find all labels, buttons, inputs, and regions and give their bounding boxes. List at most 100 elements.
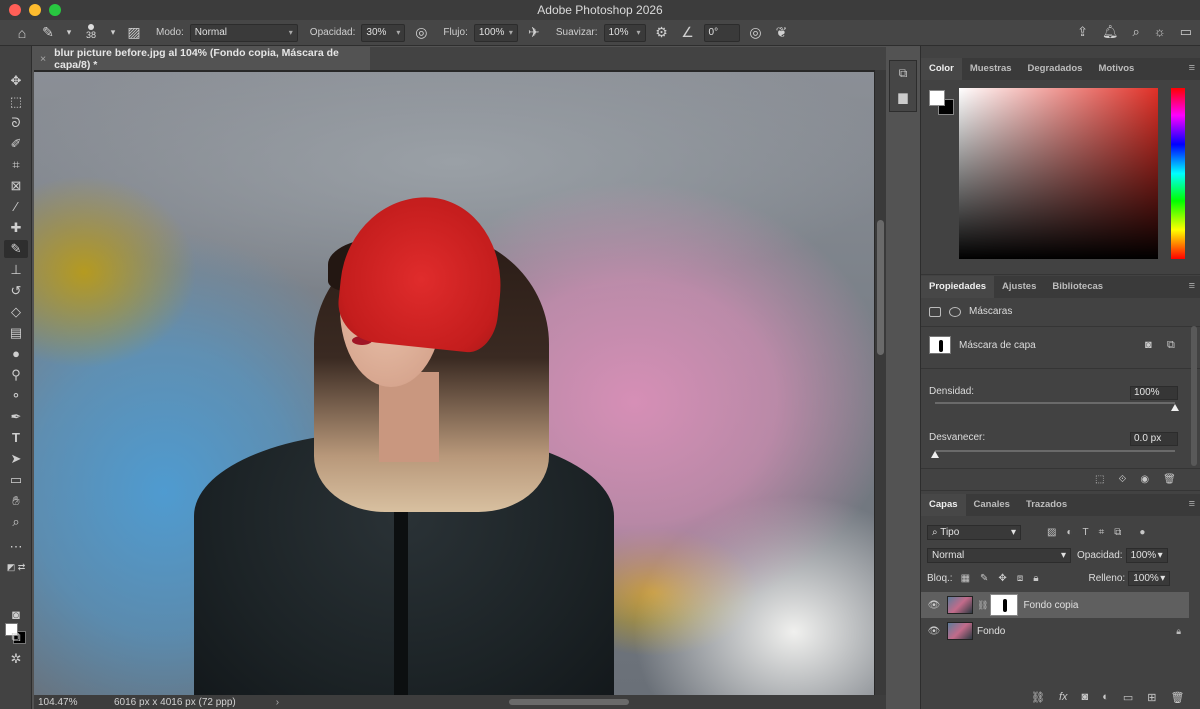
layer-mask-thumbnail[interactable] xyxy=(990,594,1019,616)
angle-field[interactable]: 0° xyxy=(703,23,740,42)
dodge-tool-icon[interactable]: ⚲ xyxy=(4,366,28,384)
gradient-tool-icon[interactable]: ▤ xyxy=(4,324,28,342)
path-selection-tool-icon[interactable]: ➤ xyxy=(4,450,28,468)
add-mask-icon[interactable]: ◙ xyxy=(1082,691,1089,704)
filter-toggle-icon[interactable]: ● xyxy=(1139,527,1145,538)
disable-mask-eye-icon[interactable]: ◉ xyxy=(1140,474,1149,485)
rectangle-tool-icon[interactable]: ▭ xyxy=(4,471,28,489)
healing-brush-tool-icon[interactable]: ✚ xyxy=(4,219,28,237)
panel-menu-icon[interactable]: ≡ xyxy=(1189,280,1195,292)
add-vector-mask-icon[interactable]: ⧉ xyxy=(1167,339,1175,352)
density-slider-handle[interactable] xyxy=(1171,404,1179,411)
tab-color[interactable]: Color xyxy=(921,58,962,80)
filter-pixel-icon[interactable]: ▨ xyxy=(1047,527,1056,538)
tab-swatches[interactable]: Muestras xyxy=(962,58,1020,80)
comments-panel-icon[interactable]: ▆ xyxy=(890,85,916,109)
layer-visibility-eye-icon[interactable]: 👁︎ xyxy=(921,600,947,611)
search-icon[interactable]: ⌕ xyxy=(1133,24,1140,40)
zoom-level[interactable]: 104.47% xyxy=(34,697,94,708)
link-layers-icon[interactable]: ⛓︎ xyxy=(1031,691,1045,704)
quick-mask-icon[interactable]: ◙ xyxy=(4,606,28,624)
flow-field[interactable]: 100% ▾ xyxy=(473,23,518,42)
blend-mode-select[interactable]: Normal ▾ xyxy=(927,547,1071,563)
panel-menu-icon[interactable]: ≡ xyxy=(1189,498,1195,510)
pen-tool-icon[interactable]: ✒ xyxy=(4,408,28,426)
brush-settings-icon[interactable]: ▨ xyxy=(124,24,144,41)
tab-adjustments[interactable]: Ajustes xyxy=(994,276,1044,298)
lock-position-icon[interactable]: ✥ xyxy=(998,573,1006,584)
layer-style-fx-icon[interactable]: fx xyxy=(1059,691,1068,704)
layer-name[interactable]: Fondo copia xyxy=(1023,600,1078,611)
fill-field[interactable]: 100% ▾ xyxy=(1128,570,1171,586)
brush-tool-icon[interactable]: ✎ xyxy=(4,240,28,258)
status-menu-chevron-icon[interactable]: › xyxy=(276,697,279,708)
foreground-color-chip[interactable] xyxy=(929,90,945,106)
layer-opacity-field[interactable]: 100% ▾ xyxy=(1125,547,1168,563)
airbrush-icon[interactable]: ✈ xyxy=(524,24,544,41)
lock-image-pixels-icon[interactable]: ✎ xyxy=(980,573,988,584)
density-field[interactable]: 100% xyxy=(1130,386,1178,400)
eyedropper-tool-icon[interactable]: ⁄ xyxy=(4,198,28,216)
smoothing-field[interactable]: 10% ▾ xyxy=(603,23,646,42)
brush-size-picker[interactable]: 38 xyxy=(80,22,102,44)
tab-layers[interactable]: Capas xyxy=(921,494,966,516)
scrollbar-thumb[interactable] xyxy=(877,220,884,355)
filter-shape-icon[interactable]: ⌗ xyxy=(1099,527,1105,538)
feather-slider-handle[interactable] xyxy=(931,451,939,458)
symmetry-butterfly-icon[interactable]: ❦ xyxy=(772,24,792,41)
feather-field[interactable]: 0.0 px xyxy=(1130,432,1178,446)
opacity-field[interactable]: 30% ▾ xyxy=(361,23,406,42)
document-image[interactable] xyxy=(34,72,874,695)
layer-name[interactable]: Fondo xyxy=(977,626,1005,637)
tab-channels[interactable]: Canales xyxy=(966,494,1018,516)
hue-slider[interactable] xyxy=(1171,88,1185,259)
delete-layer-trash-icon[interactable]: 🗑︎ xyxy=(1170,691,1184,704)
minimize-window-button[interactable] xyxy=(29,4,41,16)
marquee-tool-icon[interactable]: ⬚ xyxy=(4,93,28,111)
new-adjustment-layer-icon[interactable]: ◐ xyxy=(1102,691,1109,704)
mode-select[interactable]: Normal ▾ xyxy=(189,23,298,42)
lock-artboard-icon[interactable]: ⧈ xyxy=(1017,573,1023,584)
screen-mode-icon[interactable]: ⧉ xyxy=(4,628,28,646)
tab-patterns[interactable]: Motivos xyxy=(1090,58,1142,80)
chevron-down-icon[interactable]: ▾ xyxy=(64,27,74,38)
eraser-tool-icon[interactable]: ◇ xyxy=(4,303,28,321)
layer-row[interactable]: 👁︎ ⛓︎ Fondo copia xyxy=(921,592,1189,618)
generative-icon[interactable]: ✲ xyxy=(4,650,28,668)
filter-smart-object-icon[interactable]: ⧉ xyxy=(1114,527,1121,538)
lock-all-icon[interactable]: 🔒︎ xyxy=(1033,573,1038,584)
color-saturation-field[interactable] xyxy=(959,88,1158,259)
mask-link-icon[interactable]: ⛓︎ xyxy=(977,600,988,611)
history-panel-icon[interactable]: ⧉ xyxy=(890,61,916,85)
document-tab[interactable]: × blur picture before.jpg al 104% (Fondo… xyxy=(34,47,370,71)
workspace-icon[interactable]: ▭ xyxy=(1180,24,1192,40)
more-tools-icon[interactable]: ⋯ xyxy=(4,538,28,556)
close-window-button[interactable] xyxy=(9,4,21,16)
close-tab-icon[interactable]: × xyxy=(40,53,46,65)
discover-lightbulb-icon[interactable]: ☼ xyxy=(1154,24,1166,40)
layer-visibility-eye-icon[interactable]: 👁︎ xyxy=(921,626,947,637)
canvas-vertical-scrollbar[interactable] xyxy=(875,70,886,695)
layer-row[interactable]: 👁︎ Fondo 🔒︎ xyxy=(921,618,1189,644)
feather-slider[interactable] xyxy=(935,450,1175,452)
select-pixel-mask-icon[interactable]: ◙ xyxy=(1145,339,1152,351)
zoom-tool-icon[interactable]: ⌕ xyxy=(4,513,28,531)
default-colors-icon[interactable]: ◩ ⇄ xyxy=(4,558,28,576)
filter-type-icon[interactable]: T xyxy=(1083,527,1089,538)
new-group-folder-icon[interactable]: ▭ xyxy=(1123,691,1133,704)
layer-thumbnail[interactable] xyxy=(947,622,973,640)
filter-adjustment-icon[interactable]: ◐ xyxy=(1066,527,1072,538)
lasso-tool-icon[interactable]: ᘐ xyxy=(4,114,28,132)
apply-mask-icon[interactable]: ⟐ xyxy=(1118,474,1126,485)
tab-gradients[interactable]: Degradados xyxy=(1020,58,1091,80)
crop-tool-icon[interactable]: ⌗ xyxy=(4,156,28,174)
tab-properties[interactable]: Propiedades xyxy=(921,276,995,298)
pressure-size-icon[interactable]: ◎ xyxy=(746,24,766,41)
maximize-window-button[interactable] xyxy=(49,4,61,16)
tab-paths[interactable]: Trazados xyxy=(1018,494,1075,516)
properties-scrollbar[interactable] xyxy=(1191,326,1197,466)
delete-mask-trash-icon[interactable]: 🗑︎ xyxy=(1163,474,1176,485)
share-icon[interactable]: ⇪ xyxy=(1077,24,1088,40)
load-selection-icon[interactable]: ⬚ xyxy=(1095,474,1104,485)
move-tool-icon[interactable]: ✥ xyxy=(4,72,28,90)
